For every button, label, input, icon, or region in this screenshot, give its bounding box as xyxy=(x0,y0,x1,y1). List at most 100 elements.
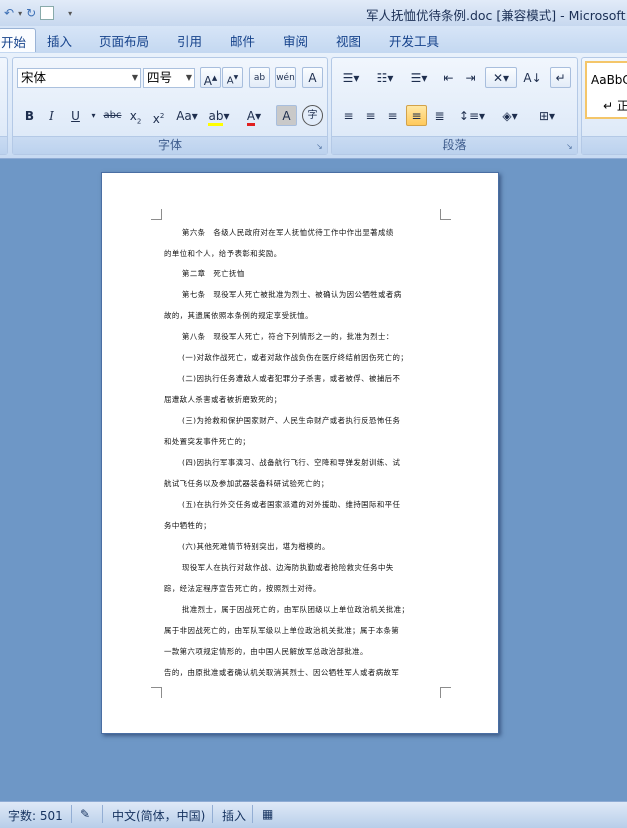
italic-icon[interactable]: I xyxy=(41,105,62,126)
status-separator xyxy=(102,805,103,823)
margin-marker xyxy=(151,209,162,220)
document-line: 告的，由原批准或者确认机关取消其烈士、因公牺牲军人或者病故军 xyxy=(164,668,400,677)
document-line: 批准烈士，属于因战死亡的，由军队团级以上单位政治机关批准； xyxy=(182,605,410,614)
bold-icon[interactable]: B xyxy=(19,105,40,126)
style-gallery-item[interactable]: AaBbC ↵ 正 xyxy=(585,61,627,119)
align-right-icon[interactable]: ≡ xyxy=(382,105,403,126)
highlight-color-icon[interactable]: ab▾ xyxy=(206,105,232,126)
clipboard-group-label xyxy=(0,136,7,154)
document-line: 屈遭敌人杀害或者被折磨致死的； xyxy=(164,395,282,404)
window-title: 军人抚恤优待条例.doc [兼容模式] - Microsoft W xyxy=(366,8,627,23)
character-border-icon[interactable]: A xyxy=(302,67,323,88)
document-line: 务中牺牲的； xyxy=(164,521,212,530)
font-name-value: 宋体 xyxy=(21,70,47,85)
align-left-icon[interactable]: ≡ xyxy=(338,105,359,126)
tab-home[interactable]: 开始 xyxy=(0,28,37,52)
document-line: (三)为抢救和保护国家财产、人民生命财产或者执行反恐怖任务 xyxy=(182,416,401,425)
change-case-icon[interactable]: Aa▾ xyxy=(173,105,201,126)
font-size-combo[interactable]: 四号 ▼ xyxy=(143,68,195,88)
dropdown-arrow-icon[interactable]: ▾ xyxy=(83,105,104,126)
macro-record-icon[interactable]: ▦ xyxy=(262,807,273,821)
font-color-icon[interactable]: A▾ xyxy=(241,105,267,126)
document-line: 现役军人在执行对敌作战、边海防执勤或者抢险救灾任务中失 xyxy=(182,563,394,572)
enclose-characters-icon[interactable]: 字 xyxy=(302,105,323,126)
decrease-indent-icon[interactable]: ⇤ xyxy=(438,67,459,88)
paragraph-group-label: 段落 xyxy=(332,136,577,154)
dialog-launcher-icon[interactable]: ↘ xyxy=(566,143,574,151)
bullets-icon[interactable]: ☰▾ xyxy=(336,67,366,88)
quick-access-toolbar: ↶ ▾ ↻ ▾ xyxy=(4,4,72,22)
shading-icon[interactable]: ◈▾ xyxy=(494,105,526,126)
subscript-icon[interactable]: x2 xyxy=(125,105,146,126)
document-line: 第七条 现役军人死亡被批准为烈士、被确认为因公牺牲或者病 xyxy=(182,290,402,299)
tab-review[interactable]: 审阅 xyxy=(283,31,308,50)
sort-icon[interactable]: A↓ xyxy=(522,67,543,88)
insert-mode-indicator[interactable]: 插入 xyxy=(222,807,246,824)
title-bar: ↶ ▾ ↻ ▾ 军人抚恤优待条例.doc [兼容模式] - Microsoft … xyxy=(0,0,627,27)
document-line: 的单位和个人，给予表彰和奖励。 xyxy=(164,249,282,258)
asian-layout-icon[interactable]: ✕▾ xyxy=(485,67,517,88)
style-preview: AaBbC xyxy=(591,73,627,87)
status-separator xyxy=(71,805,72,823)
tab-page-layout[interactable]: 页面布局 xyxy=(99,31,149,50)
ribbon-tabs: 开始 插入 页面布局 引用 邮件 审阅 视图 开发工具 xyxy=(0,26,627,53)
show-hide-marks-icon[interactable]: ↵ xyxy=(550,67,571,88)
proofing-icon[interactable]: ✎ xyxy=(80,807,90,821)
document-page[interactable]: 第六条 各级人民政府对在军人抚恤优待工作中作出显著成绩 的单位和个人，给予表彰和… xyxy=(101,172,499,734)
dialog-launcher-icon[interactable]: ↘ xyxy=(316,143,324,151)
shrink-font-icon[interactable]: A▼ xyxy=(222,67,243,88)
qat-customize-icon[interactable]: ▾ xyxy=(68,9,72,18)
language-indicator[interactable]: 中文(简体，中国) xyxy=(112,807,205,824)
document-line: (六)其他死难情节特别突出，堪为楷模的。 xyxy=(182,542,330,551)
line-spacing-icon[interactable]: ↕≡▾ xyxy=(456,105,488,126)
document-line: 踪，经法定程序宣告死亡的，按照烈士对待。 xyxy=(164,584,321,593)
status-separator xyxy=(212,805,213,823)
undo-icon[interactable]: ↶ xyxy=(4,6,14,20)
font-group-label: 字体 xyxy=(13,136,327,154)
word-count[interactable]: 字数: 501 xyxy=(8,807,63,824)
tab-insert[interactable]: 插入 xyxy=(47,31,72,50)
style-name: ↵ 正 xyxy=(603,99,627,113)
strikethrough-icon[interactable]: abc xyxy=(102,105,123,126)
margin-marker xyxy=(440,209,451,220)
font-name-combo[interactable]: 宋体 ▼ xyxy=(17,68,141,88)
borders-icon[interactable]: ⊞▾ xyxy=(531,105,563,126)
justify-icon[interactable]: ≡ xyxy=(406,105,427,126)
dropdown-arrow-icon[interactable]: ▼ xyxy=(132,69,138,87)
font-size-value: 四号 xyxy=(147,70,173,85)
status-bar: 字数: 501 ✎ 中文(简体，中国) 插入 ▦ xyxy=(0,801,627,828)
document-line: 第八条 现役军人死亡，符合下列情形之一的，批准为烈士： xyxy=(182,332,394,341)
margin-marker xyxy=(440,687,451,698)
print-preview-icon[interactable] xyxy=(40,6,55,20)
status-separator xyxy=(252,805,253,823)
clear-formatting-icon[interactable]: ab xyxy=(249,67,270,88)
tab-developer[interactable]: 开发工具 xyxy=(389,31,439,50)
align-center-icon[interactable]: ≡ xyxy=(360,105,381,126)
document-line: 第六条 各级人民政府对在军人抚恤优待工作中作出显著成绩 xyxy=(182,228,394,237)
tab-references[interactable]: 引用 xyxy=(177,31,202,50)
document-line: (四)因执行军事演习、战备航行飞行、空降和导弹发射训练、试 xyxy=(182,458,401,467)
multilevel-list-icon[interactable]: ☰▾ xyxy=(404,67,434,88)
distributed-icon[interactable]: ≣ xyxy=(429,105,450,126)
document-line: 属于非因战死亡的，由军队军级以上单位政治机关批准；属于本条第 xyxy=(164,626,400,635)
font-group: 宋体 ▼ 四号 ▼ A▲ A▼ ab wén A B I U ▾ abc x2 … xyxy=(12,57,328,155)
numbering-icon[interactable]: ☷▾ xyxy=(370,67,400,88)
paragraph-group: ☰▾ ☷▾ ☰▾ ⇤ ⇥ ✕▾ A↓ ↵ ≡ ≡ ≡ ≡ ≣ ↕≡▾ ◈▾ ⊞▾… xyxy=(331,57,578,155)
document-line: 第二章 死亡抚恤 xyxy=(182,269,245,278)
grow-font-icon[interactable]: A▲ xyxy=(200,67,221,88)
dropdown-arrow-icon[interactable]: ▾ xyxy=(18,9,22,18)
redo-icon[interactable]: ↻ xyxy=(26,6,36,20)
clipboard-group xyxy=(0,57,8,155)
document-line: (二)因执行任务遭敌人或者犯罪分子杀害，或者被俘、被捕后不 xyxy=(182,374,401,383)
margin-marker xyxy=(151,687,162,698)
styles-group-label xyxy=(582,136,627,154)
document-line: 故的，其遗属依照本条例的规定享受抚恤。 xyxy=(164,311,313,320)
increase-indent-icon[interactable]: ⇥ xyxy=(460,67,481,88)
document-line: 和处置突发事件死亡的； xyxy=(164,437,251,446)
tab-mailings[interactable]: 邮件 xyxy=(230,31,255,50)
character-shading-icon[interactable]: A xyxy=(276,105,297,126)
tab-view[interactable]: 视图 xyxy=(336,31,361,50)
dropdown-arrow-icon[interactable]: ▼ xyxy=(186,69,192,87)
superscript-icon[interactable]: x2 xyxy=(148,105,169,126)
phonetic-guide-icon[interactable]: wén xyxy=(275,67,296,88)
